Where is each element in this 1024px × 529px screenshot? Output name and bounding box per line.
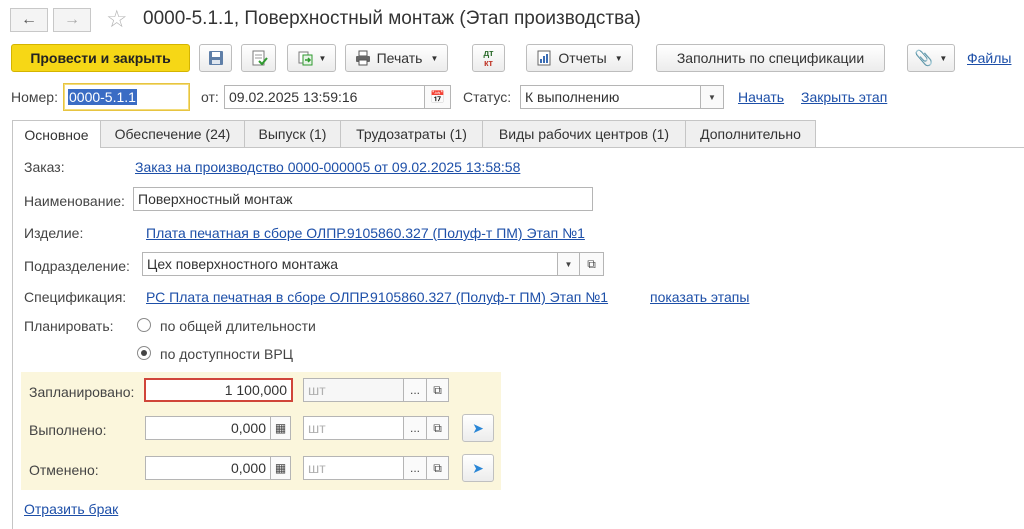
save-icon — [208, 51, 223, 65]
department-field[interactable]: Цех поверхностного монтажа — [142, 252, 558, 276]
plan-total-duration-radio[interactable] — [137, 318, 151, 332]
number-label: Номер: — [11, 89, 58, 105]
status-label: Статус: — [463, 89, 512, 105]
done-apply-button[interactable]: ➤ — [462, 414, 494, 442]
tab-panel-left-border — [12, 147, 13, 529]
planned-quantity-field[interactable]: 1 100,000 — [144, 378, 293, 402]
cancelled-label: Отменено: — [29, 462, 99, 478]
chevron-down-icon: ▼ — [430, 53, 439, 63]
tab-labor[interactable]: Трудозатраты (1) — [340, 120, 483, 147]
done-unit-field[interactable]: шт — [303, 416, 404, 440]
done-unit-select-button[interactable]: ... — [403, 416, 427, 440]
start-link[interactable]: Начать — [738, 89, 784, 105]
status-select[interactable]: К выполнению — [520, 85, 701, 109]
open-form-icon: ⧉ — [433, 460, 442, 475]
arrow-right-icon: ➤ — [472, 459, 484, 476]
tab-provision[interactable]: Обеспечение (24) — [100, 120, 245, 147]
tab-main[interactable]: Основное — [12, 120, 101, 148]
save-button[interactable] — [199, 44, 232, 72]
fill-by-specification-button[interactable]: Заполнить по спецификации — [656, 44, 885, 72]
cancelled-unit-select-button[interactable]: ... — [403, 456, 427, 480]
calculator-icon: ▦ — [274, 461, 287, 475]
name-label: Наименование: — [24, 193, 125, 209]
reports-button[interactable]: Отчеты ▼ — [526, 44, 633, 72]
planned-unit-select-button[interactable]: ... — [403, 378, 427, 402]
cancelled-unit-field[interactable]: шт — [303, 456, 404, 480]
plan-wc-availability-radio[interactable] — [137, 346, 151, 360]
calendar-button[interactable]: 📅 — [424, 85, 451, 109]
department-label: Подразделение: — [24, 258, 130, 274]
tab-additional[interactable]: Дополнительно — [685, 120, 816, 147]
open-form-icon: ⧉ — [433, 382, 442, 397]
planned-unit-open-button[interactable]: ⧉ — [426, 378, 449, 402]
number-value: 0000-5.1.1 — [68, 89, 137, 105]
product-label: Изделие: — [24, 225, 84, 241]
arrow-left-icon: ← — [21, 11, 37, 28]
arrow-right-icon: → — [64, 11, 80, 28]
open-form-icon: ⧉ — [433, 420, 442, 435]
report-icon — [537, 50, 551, 66]
printer-icon — [355, 50, 370, 66]
arrow-right-icon: ➤ — [472, 419, 484, 436]
create-based-on-icon — [298, 51, 313, 66]
plan-total-duration-label: по общей длительности — [160, 318, 316, 334]
post-document-icon — [252, 50, 268, 66]
calendar-icon: 📅 — [430, 90, 445, 104]
date-label: от: — [201, 89, 219, 105]
files-link[interactable]: Файлы — [967, 50, 1011, 66]
print-label: Печать — [376, 50, 423, 66]
calculator-icon: ▦ — [274, 421, 287, 435]
star-icon[interactable]: ☆ — [106, 5, 128, 34]
spec-link[interactable]: РС Плата печатная в сборе ОЛПР.9105860.3… — [146, 289, 608, 305]
date-field[interactable]: 09.02.2025 13:59:16 — [224, 85, 425, 109]
back-button[interactable]: ← — [10, 8, 48, 32]
cancelled-apply-button[interactable]: ➤ — [462, 454, 494, 482]
done-quantity-field[interactable]: 0,000 — [145, 416, 271, 440]
department-open-button[interactable]: ⧉ — [579, 252, 604, 276]
order-label: Заказ: — [24, 159, 65, 175]
forward-button[interactable]: → — [53, 8, 91, 32]
tab-panel-border — [12, 147, 1024, 148]
done-unit-open-button[interactable]: ⧉ — [426, 416, 449, 440]
cancelled-calculator-button[interactable]: ▦ — [270, 456, 291, 480]
status-dropdown-button[interactable]: ▼ — [700, 85, 724, 109]
plan-wc-availability-label: по доступности ВРЦ — [160, 346, 294, 362]
cancelled-quantity-field[interactable]: 0,000 — [145, 456, 271, 480]
cancelled-unit-open-button[interactable]: ⧉ — [426, 456, 449, 480]
close-stage-link[interactable]: Закрыть этап — [801, 89, 887, 105]
chevron-down-icon: ▼ — [614, 53, 623, 63]
tab-output[interactable]: Выпуск (1) — [244, 120, 341, 147]
planned-unit-field[interactable]: шт — [303, 378, 404, 402]
spec-label: Спецификация: — [24, 289, 127, 305]
attachments-button[interactable]: 📎 ▼ — [907, 44, 955, 72]
dt-kt-button[interactable]: дт кт — [472, 44, 505, 72]
done-calculator-button[interactable]: ▦ — [270, 416, 291, 440]
product-link[interactable]: Плата печатная в сборе ОЛПР.9105860.327 … — [146, 225, 585, 241]
chevron-down-icon: ▼ — [939, 53, 948, 63]
open-form-icon: ⧉ — [587, 256, 596, 271]
print-button[interactable]: Печать ▼ — [345, 44, 448, 72]
department-dropdown-button[interactable]: ▼ — [557, 252, 580, 276]
number-field[interactable]: 0000-5.1.1 — [63, 83, 190, 111]
paperclip-icon: 📎 — [914, 50, 934, 67]
post-button[interactable] — [241, 44, 276, 72]
post-and-close-button[interactable]: Провести и закрыть — [11, 44, 190, 72]
chevron-down-icon: ▼ — [564, 259, 573, 269]
show-stages-link[interactable]: показать этапы — [650, 289, 749, 305]
order-link[interactable]: Заказ на производство 0000-000005 от 09.… — [135, 159, 520, 175]
kt-label: кт — [484, 58, 493, 68]
done-label: Выполнено: — [29, 422, 107, 438]
reports-label: Отчеты — [558, 50, 607, 66]
reflect-defect-link[interactable]: Отразить брак — [24, 501, 118, 517]
dt-label: дт — [483, 48, 494, 58]
planned-label: Запланировано: — [29, 384, 135, 400]
name-field[interactable]: Поверхностный монтаж — [133, 187, 593, 211]
chevron-down-icon: ▼ — [708, 92, 716, 102]
chevron-down-icon: ▼ — [318, 53, 327, 63]
plan-label: Планировать: — [24, 318, 114, 334]
tab-work-center-types[interactable]: Виды рабочих центров (1) — [482, 120, 686, 147]
window-title: 0000-5.1.1, Поверхностный монтаж (Этап п… — [143, 8, 641, 29]
create-based-on-button[interactable]: ▼ — [287, 44, 336, 72]
